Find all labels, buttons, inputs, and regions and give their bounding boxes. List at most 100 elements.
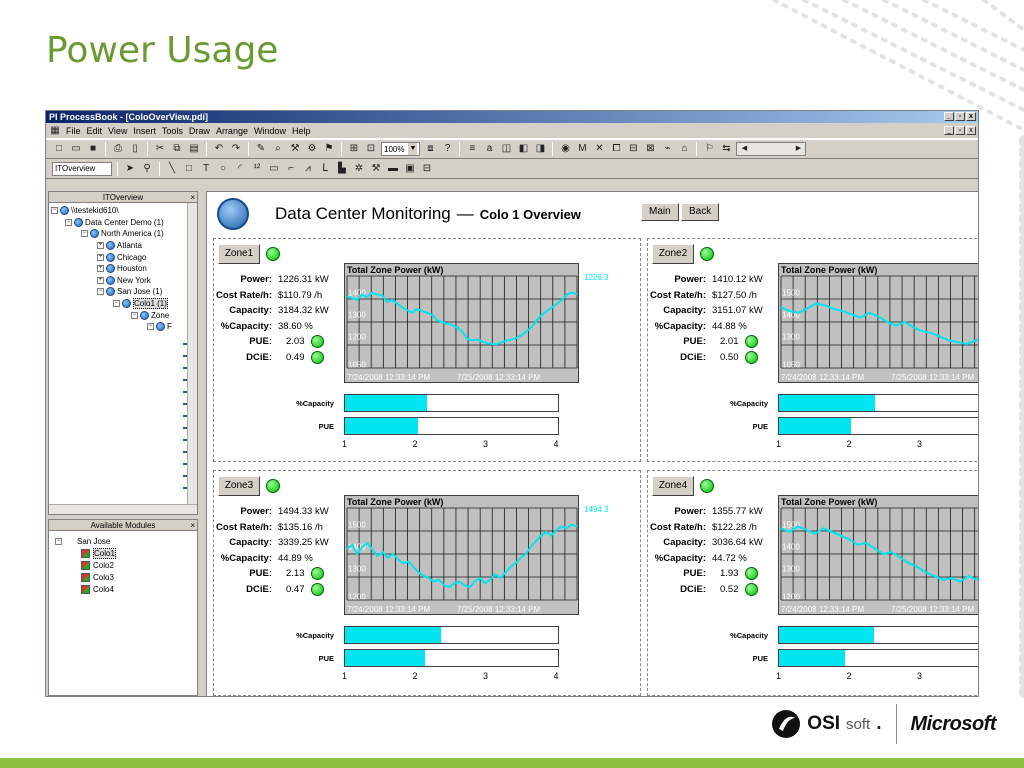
run-icon[interactable]: ⚲ bbox=[140, 162, 154, 176]
tool-icon[interactable]: ⚐ bbox=[702, 142, 716, 156]
print-icon[interactable]: ⎙ bbox=[111, 142, 125, 156]
module-item[interactable]: Colo3 bbox=[55, 571, 191, 583]
tree-node[interactable]: − F bbox=[51, 321, 195, 333]
redo-icon[interactable]: ↷ bbox=[229, 142, 243, 156]
tree-vertical-scrollbar[interactable] bbox=[187, 203, 197, 504]
module-item[interactable]: Colo1 bbox=[55, 547, 191, 559]
format-painter-icon[interactable]: ✎ bbox=[254, 142, 268, 156]
preview-icon[interactable]: ▯ bbox=[128, 142, 142, 156]
collapse-icon[interactable]: − bbox=[51, 207, 58, 215]
menu-help[interactable]: Help bbox=[292, 126, 311, 136]
tree-node[interactable]: + Chicago bbox=[51, 251, 195, 263]
tool-icon[interactable]: ⚙ bbox=[305, 142, 319, 156]
collapse-icon[interactable]: − bbox=[113, 300, 120, 308]
rectangle-tool-icon[interactable]: □ bbox=[182, 162, 196, 176]
connector-tool-icon[interactable]: ⌐ bbox=[284, 162, 298, 176]
tree-node-selected[interactable]: − Colo1 (1) bbox=[51, 298, 195, 310]
fit-icon[interactable]: ⧈ bbox=[423, 142, 437, 156]
cut-icon[interactable]: ✂ bbox=[153, 142, 167, 156]
line-weight-icon[interactable]: ≡ bbox=[465, 142, 479, 156]
tool-icon[interactable]: ⧠ bbox=[609, 142, 623, 156]
toolbar-scroll[interactable]: ◀ ▶ bbox=[736, 142, 807, 156]
copy-icon[interactable]: ⧉ bbox=[170, 142, 184, 156]
line-tool-icon[interactable]: ╲ bbox=[165, 162, 179, 176]
open-icon[interactable]: ▭ bbox=[69, 142, 83, 156]
menu-tools[interactable]: Tools bbox=[162, 126, 183, 136]
close-icon[interactable]: × bbox=[190, 520, 195, 531]
pointer-icon[interactable]: ➤ bbox=[123, 162, 137, 176]
tree-node[interactable]: − \\testekid610\ bbox=[51, 205, 195, 217]
tool-icon[interactable]: ⚑ bbox=[322, 142, 336, 156]
menu-draw[interactable]: Draw bbox=[189, 126, 210, 136]
chart-tool-icon[interactable]: ▙ bbox=[335, 162, 349, 176]
arc-tool-icon[interactable]: ◜ bbox=[233, 162, 247, 176]
paste-icon[interactable]: ▤ bbox=[187, 142, 201, 156]
module-root[interactable]: − San Jose bbox=[55, 535, 191, 547]
doc-close-icon[interactable]: x bbox=[966, 126, 976, 135]
tool-icon[interactable]: ⊠ bbox=[643, 142, 657, 156]
delete-icon[interactable]: ✕ bbox=[592, 142, 606, 156]
menu-insert[interactable]: Insert bbox=[133, 126, 156, 136]
bar-tool-icon[interactable]: ▭ bbox=[267, 162, 281, 176]
tree-node[interactable]: − Zone bbox=[51, 309, 195, 321]
module-item[interactable]: Colo2 bbox=[55, 559, 191, 571]
trend-chart[interactable]: 1500 1400 1300 1050 7/24/2008 12:33:14 PM 7/2… bbox=[778, 263, 978, 383]
module-select[interactable]: ITOverview bbox=[52, 161, 112, 176]
menu-arrange[interactable]: Arrange bbox=[216, 126, 248, 136]
color-icon[interactable]: ◉ bbox=[558, 142, 572, 156]
trend-chart[interactable]: 1500 1400 1300 1200 7/24/2008 12:33:14 PM 7/2… bbox=[344, 495, 579, 615]
step-tool-icon[interactable]: ᒪ bbox=[318, 162, 332, 176]
tree-node[interactable]: + New York bbox=[51, 275, 195, 287]
trend-chart[interactable]: 1400 1300 1200 1050 7/24/2008 12:33:14 PM 7/2… bbox=[344, 263, 579, 383]
ellipse-tool-icon[interactable]: ○ bbox=[216, 162, 230, 176]
tool-icon[interactable]: ◫ bbox=[499, 142, 513, 156]
tool-icon[interactable]: M bbox=[575, 142, 589, 156]
expand-icon[interactable]: + bbox=[97, 242, 104, 250]
tool-icon[interactable]: ⌁ bbox=[660, 142, 674, 156]
value-tool-icon[interactable]: ¹² bbox=[250, 162, 264, 176]
tree-node[interactable]: + Houston bbox=[51, 263, 195, 275]
undo-icon[interactable]: ↶ bbox=[212, 142, 226, 156]
zone-button[interactable]: Zone1 bbox=[218, 244, 260, 264]
close-icon[interactable]: x bbox=[966, 112, 976, 121]
tool-icon[interactable]: ⇆ bbox=[719, 142, 733, 156]
expand-icon[interactable]: + bbox=[97, 265, 104, 273]
collapse-icon[interactable]: − bbox=[97, 288, 104, 296]
trend-chart[interactable]: 1500 1400 1300 1200 7/24/2008 12:33:14 PM 7/2… bbox=[778, 495, 978, 615]
chevron-left-icon[interactable]: ◀ bbox=[737, 142, 751, 156]
expand-icon[interactable]: + bbox=[97, 276, 104, 284]
symbol-tool-icon[interactable]: ⚒ bbox=[369, 162, 383, 176]
restore-icon[interactable]: ▫ bbox=[955, 112, 965, 121]
tree-node[interactable]: − San Jose (1) bbox=[51, 286, 195, 298]
zone-button[interactable]: Zone3 bbox=[218, 476, 260, 496]
close-icon[interactable]: × bbox=[190, 192, 195, 203]
menu-edit[interactable]: Edit bbox=[87, 126, 103, 136]
menu-file[interactable]: File bbox=[66, 126, 81, 136]
expand-icon[interactable]: + bbox=[97, 253, 104, 261]
symbol-tool-icon[interactable]: ▬ bbox=[386, 162, 400, 176]
collapse-icon[interactable]: − bbox=[147, 323, 154, 331]
text-tool-icon[interactable]: T bbox=[199, 162, 213, 176]
tool-icon[interactable]: ⊟ bbox=[626, 142, 640, 156]
save-icon[interactable]: ■ bbox=[86, 142, 100, 156]
tool-icon[interactable]: ⚒ bbox=[288, 142, 302, 156]
find-icon[interactable]: ⌕ bbox=[271, 142, 285, 156]
tool-icon[interactable]: ⌂ bbox=[677, 142, 691, 156]
tree-node[interactable]: − North America (1) bbox=[51, 228, 195, 240]
zoom-select[interactable]: 100% ▼ bbox=[381, 142, 421, 156]
menu-window[interactable]: Window bbox=[254, 126, 286, 136]
help-cursor-icon[interactable]: ? bbox=[440, 142, 454, 156]
main-button[interactable]: Main bbox=[641, 203, 679, 221]
new-icon[interactable]: □ bbox=[52, 142, 66, 156]
collapse-icon[interactable]: − bbox=[55, 537, 62, 545]
doc-restore-icon[interactable]: ▫ bbox=[955, 126, 965, 135]
tree-node[interactable]: − Data Center Demo (1) bbox=[51, 217, 195, 229]
symbol-tool-icon[interactable]: ▣ bbox=[403, 162, 417, 176]
tree-node[interactable]: + Atlanta bbox=[51, 240, 195, 252]
chevron-right-icon[interactable]: ▶ bbox=[791, 142, 805, 156]
tool-icon[interactable]: ◨ bbox=[533, 142, 547, 156]
text-icon[interactable]: a bbox=[482, 142, 496, 156]
symbol-tool-icon[interactable]: ✲ bbox=[352, 162, 366, 176]
back-button[interactable]: Back bbox=[681, 203, 720, 221]
frame-icon[interactable]: ⊡ bbox=[364, 142, 378, 156]
